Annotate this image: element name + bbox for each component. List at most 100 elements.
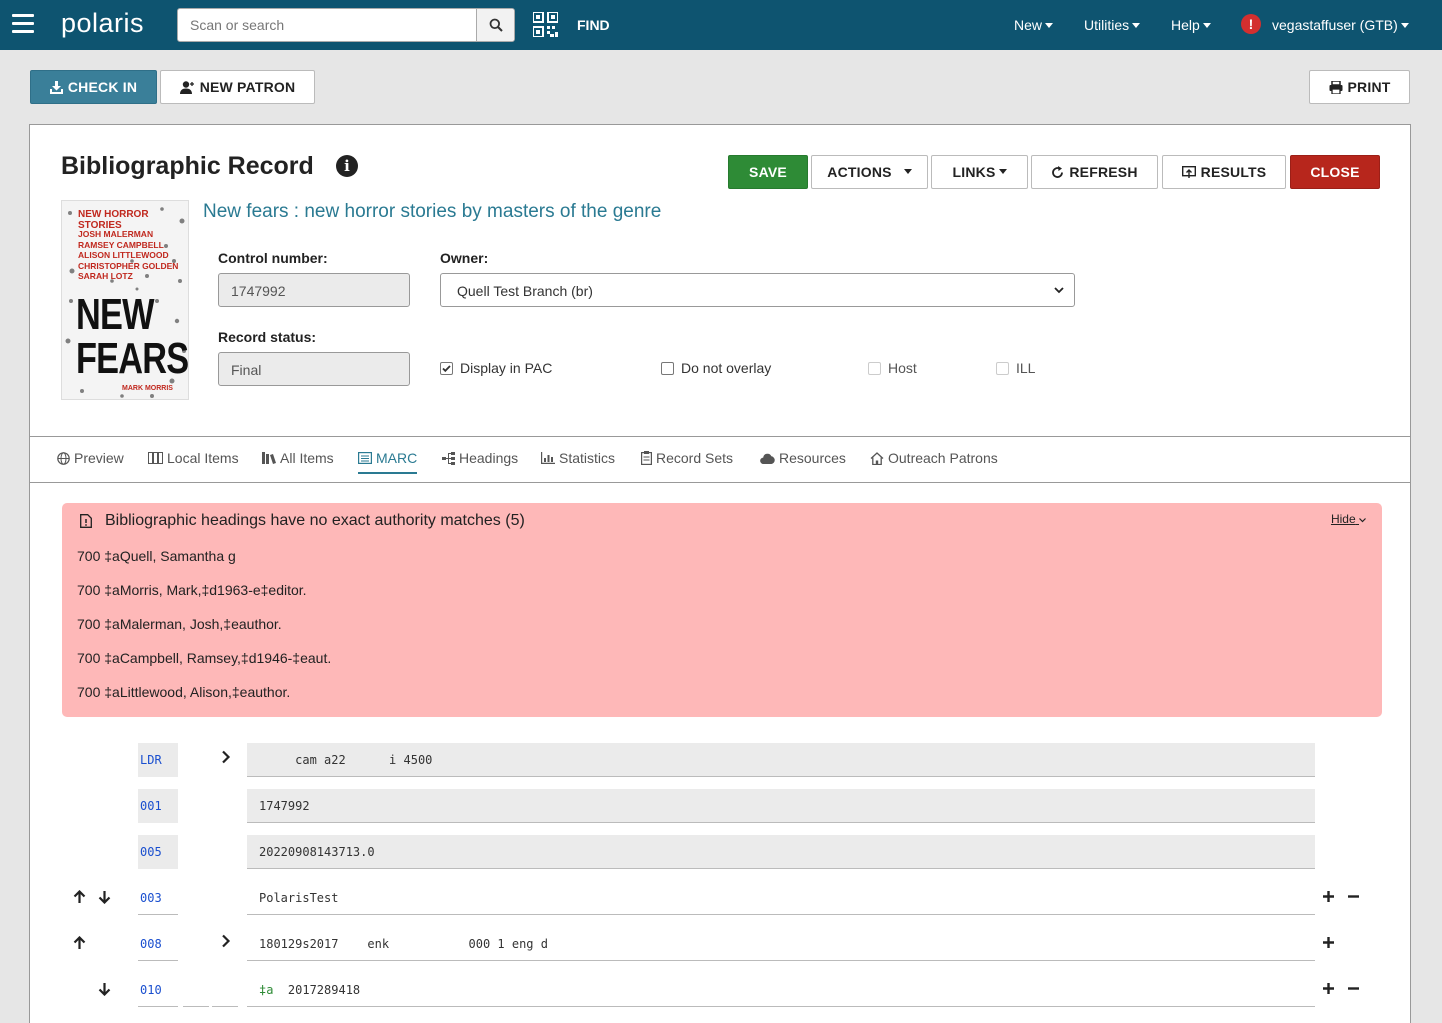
close-button[interactable]: CLOSE (1290, 155, 1380, 189)
plus-icon[interactable] (1322, 936, 1335, 949)
checkbox-icon (868, 361, 881, 375)
file-alert-icon (80, 514, 92, 528)
new-patron-button[interactable]: NEW PATRON (160, 70, 315, 104)
arrow-down-icon[interactable] (98, 890, 111, 904)
check-in-label: CHECK IN (67, 79, 138, 95)
tab-outreach-patrons[interactable]: Outreach Patrons (870, 450, 998, 466)
marc-tag-001[interactable]: 001 (138, 789, 178, 823)
tab-resources[interactable]: Resources (760, 450, 846, 466)
chevron-down-icon (1054, 287, 1064, 294)
refresh-button[interactable]: REFRESH (1031, 155, 1158, 189)
marc-field-ldr[interactable]: cam a22 i 4500 (247, 743, 1315, 777)
tab-statistics[interactable]: Statistics (541, 450, 615, 466)
minus-icon[interactable] (1347, 982, 1360, 995)
utilities-menu-label: Utilities (1084, 17, 1130, 33)
indicator-1-field[interactable] (183, 973, 209, 1007)
print-button[interactable]: PRINT (1309, 70, 1410, 104)
checkbox-icon (661, 361, 674, 375)
record-status-label: Record status: (218, 329, 317, 345)
bibliographic-record-panel: Bibliographic Record i SAVE ACTIONS LINK… (29, 124, 1411, 1023)
check-in-button[interactable]: CHECK IN (30, 70, 157, 104)
marc-field-010[interactable]: ‡a 2017289418 (247, 973, 1315, 1007)
new-menu[interactable]: New (1014, 17, 1054, 33)
search-input[interactable] (178, 9, 476, 41)
marc-tag-ldr[interactable]: LDR (138, 743, 178, 777)
tab-label: All Items (280, 450, 334, 466)
info-icon[interactable]: i (336, 155, 358, 177)
qr-code-icon[interactable] (533, 12, 558, 37)
page-title: Bibliographic Record (61, 152, 314, 180)
cover-author: SARAH LOTZ (78, 271, 133, 281)
cover-author: RAMSEY CAMPBELL (78, 239, 164, 250)
marc-tag-003[interactable]: 003 (138, 881, 178, 915)
cloud-icon (760, 453, 775, 464)
marc-tag-005[interactable]: 005 (138, 835, 178, 869)
chevron-right-icon[interactable] (221, 750, 231, 764)
marc-field-008[interactable]: 180129s2017 enk 000 1 eng d (247, 927, 1315, 961)
heading-mismatch-line: 700 ‡aMalerman, Josh,‡eauthor. (77, 616, 282, 632)
notification-alert-icon[interactable]: ! (1241, 14, 1261, 34)
tab-record-sets[interactable]: Record Sets (641, 450, 733, 466)
tab-label: Local Items (167, 450, 239, 466)
authority-match-alert: Bibliographic headings have no exact aut… (62, 503, 1382, 717)
host-checkbox[interactable]: Host (868, 360, 917, 376)
marc-field-003[interactable]: PolarisTest (247, 881, 1315, 915)
display-in-pac-checkbox[interactable]: Display in PAC (440, 360, 552, 376)
save-button[interactable]: SAVE (728, 155, 808, 189)
cover-author: CHRISTOPHER GOLDEN (78, 260, 179, 271)
home-icon (870, 451, 884, 465)
arrow-up-icon[interactable] (73, 890, 86, 904)
marc-tag-010[interactable]: 010 (138, 973, 178, 1007)
tab-headings[interactable]: Headings (442, 450, 518, 466)
chevron-right-icon[interactable] (221, 934, 231, 948)
indicator-2-field[interactable] (212, 973, 238, 1007)
marc-field-005[interactable]: 20220908143713.0 (247, 835, 1315, 869)
plus-icon[interactable] (1322, 982, 1335, 995)
tab-label: Resources (779, 450, 846, 466)
caret-down-icon (998, 168, 1007, 174)
polaris-logo[interactable]: polaris (61, 8, 144, 39)
help-menu[interactable]: Help (1171, 17, 1211, 33)
sitemap-icon (442, 451, 455, 465)
owner-select[interactable]: Quell Test Branch (br) (440, 273, 1075, 307)
ill-label: ILL (1016, 360, 1036, 376)
hide-alert-link[interactable]: Hide (1331, 512, 1366, 526)
search-button[interactable] (476, 9, 514, 41)
results-button[interactable]: RESULTS (1162, 155, 1286, 189)
book-cover-image: NEW HORROR STORIES JOSH MALERMAN RAMSEY … (61, 200, 189, 400)
heading-mismatch-line: 700 ‡aLittlewood, Alison,‡eauthor. (77, 684, 291, 700)
links-button[interactable]: LINKS (931, 155, 1028, 189)
caret-down-icon (1132, 22, 1141, 28)
arrow-down-icon[interactable] (98, 982, 111, 996)
ill-checkbox[interactable]: ILL (996, 360, 1035, 376)
minus-icon[interactable] (1347, 890, 1360, 903)
tab-preview[interactable]: Preview (57, 450, 124, 466)
do-not-overlay-checkbox[interactable]: Do not overlay (661, 360, 771, 376)
tab-label: Outreach Patrons (888, 450, 998, 466)
tab-local-items[interactable]: Local Items (148, 450, 239, 466)
utilities-menu[interactable]: Utilities (1084, 17, 1141, 33)
checkbox-checked-icon (440, 361, 453, 375)
hide-label: Hide (1330, 512, 1356, 526)
plus-icon[interactable] (1322, 890, 1335, 903)
marc-tag-008[interactable]: 008 (138, 927, 178, 961)
caret-down-icon (1202, 22, 1211, 28)
host-label: Host (888, 360, 917, 376)
marc-field-001[interactable]: 1747992 (247, 789, 1315, 823)
clipboard-icon (641, 451, 652, 465)
find-link[interactable]: FIND (577, 17, 610, 33)
arrow-up-icon[interactable] (73, 936, 86, 950)
menu-icon[interactable] (12, 14, 34, 34)
actions-button[interactable]: ACTIONS (811, 155, 928, 189)
cover-title: NEW FEARS (76, 293, 188, 381)
cover-author: ALISON LITTLEWOOD (78, 250, 169, 260)
subfield-code: ‡a (259, 983, 274, 997)
refresh-icon (1052, 165, 1064, 178)
checkbox-icon (996, 361, 1009, 375)
caret-down-icon (903, 168, 912, 174)
library-icon (262, 452, 276, 464)
user-menu[interactable]: vegastaffuser (GTB) (1272, 17, 1409, 33)
tab-marc[interactable]: MARC (358, 450, 418, 474)
tab-all-items[interactable]: All Items (262, 450, 334, 466)
caret-down-icon (1045, 22, 1054, 28)
